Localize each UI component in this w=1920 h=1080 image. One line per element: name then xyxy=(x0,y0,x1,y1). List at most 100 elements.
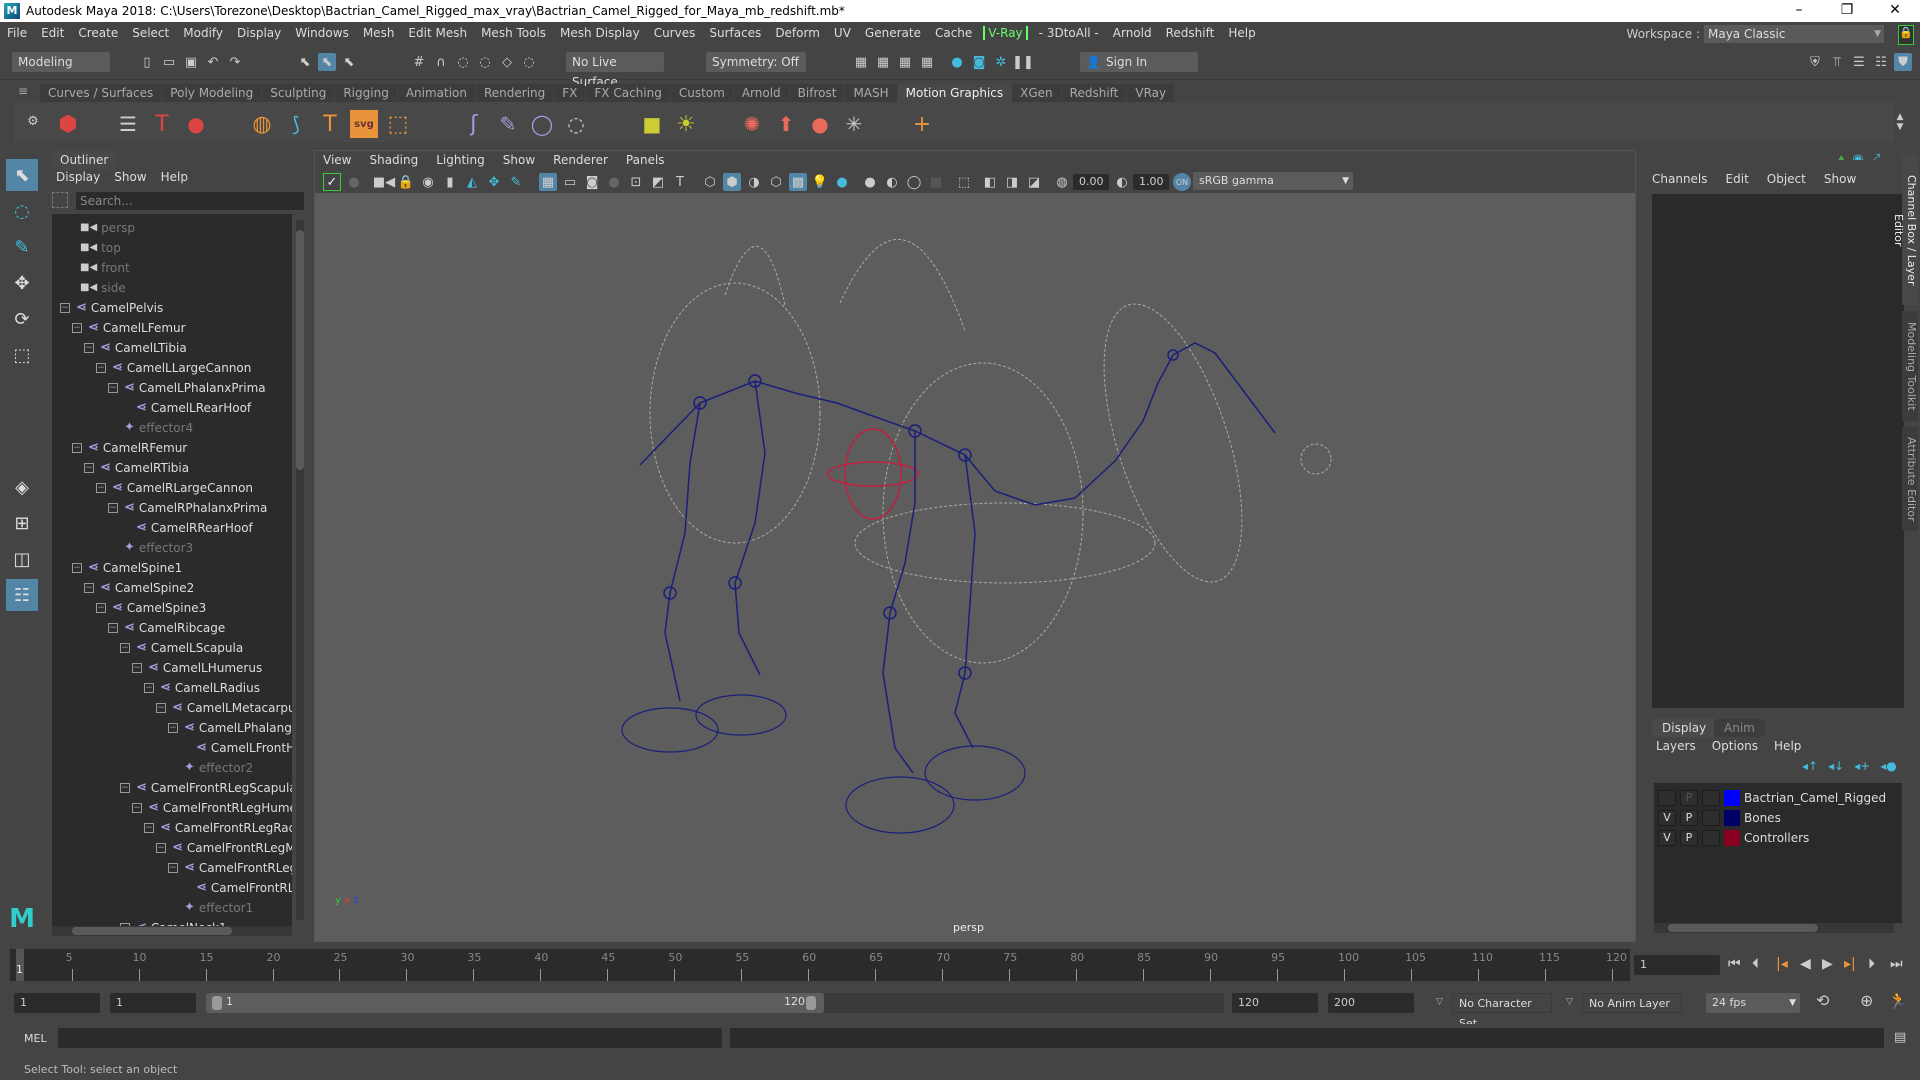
play-forwards-button[interactable]: ▶ xyxy=(1822,956,1833,972)
gamma-field[interactable]: 1.00 xyxy=(1133,174,1169,190)
explode-icon[interactable]: ✳ xyxy=(840,110,868,138)
menu-mesh[interactable]: Mesh xyxy=(356,26,402,40)
viewport-menu-view[interactable]: View xyxy=(323,153,351,167)
menu-cache[interactable]: Cache xyxy=(928,26,979,40)
viewport-menu-panels[interactable]: Panels xyxy=(626,153,665,167)
2d-pan-zoom-icon[interactable]: ✥ xyxy=(485,173,503,191)
menu-modify[interactable]: Modify xyxy=(176,26,230,40)
textured-icon[interactable]: ▩ xyxy=(789,173,807,191)
outliner-item[interactable]: − ⋖ CamelLRadius xyxy=(144,678,260,698)
shelf-settings-icon[interactable]: ⚙ xyxy=(24,112,42,130)
svg-icon[interactable]: svg xyxy=(350,110,378,138)
undo-icon[interactable]: ↶ xyxy=(204,53,222,71)
outliner-layout-icon[interactable]: ☷ xyxy=(6,579,38,611)
shelf-tab-fx-caching[interactable]: FX Caching xyxy=(586,84,670,102)
move-layer-down-icon[interactable]: ◂↓ xyxy=(1828,759,1844,773)
four-view-layout-icon[interactable]: ⊞ xyxy=(6,507,38,539)
two-view-layout-icon[interactable]: ◫ xyxy=(6,543,38,575)
shelf-tab-curves-surfaces[interactable]: Curves / Surfaces xyxy=(40,84,162,102)
layer-color-swatch[interactable] xyxy=(1724,810,1740,826)
image-plane-icon[interactable]: ◭ xyxy=(463,173,481,191)
shelf-tab-sculpting[interactable]: Sculpting xyxy=(262,84,335,102)
xray-active-icon[interactable]: ◨ xyxy=(1003,173,1021,191)
camera-light-icon[interactable]: ■ xyxy=(638,110,666,138)
live-surface-field[interactable]: No Live Surface xyxy=(566,52,664,89)
menu-3dtoall[interactable]: - 3DtoAll - xyxy=(1032,26,1106,40)
snap-point-icon[interactable]: ◌ xyxy=(454,53,472,71)
maximize-button[interactable]: ❐ xyxy=(1824,0,1870,22)
menu-windows[interactable]: Windows xyxy=(288,26,356,40)
filter-icon[interactable] xyxy=(52,192,68,208)
grease-pencil-icon[interactable]: ✎ xyxy=(507,173,525,191)
render-settings-icon[interactable]: ▦ xyxy=(918,53,936,71)
layer-type-toggle[interactable] xyxy=(1702,790,1720,806)
viewport-canvas[interactable]: y x z persp xyxy=(315,193,1635,941)
menu-curves[interactable]: Curves xyxy=(647,26,703,40)
wireframe-on-shaded-icon[interactable]: ⬡ xyxy=(767,173,785,191)
outliner-menu-display[interactable]: Display xyxy=(56,170,100,184)
menu-surfaces[interactable]: Surfaces xyxy=(702,26,768,40)
current-frame-field[interactable]: 1 xyxy=(1634,955,1720,975)
command-language-label[interactable]: MEL xyxy=(24,1032,47,1045)
viewport-menu-renderer[interactable]: Renderer xyxy=(553,153,608,167)
anim-layer-arrow-icon[interactable]: ▽ xyxy=(1566,997,1573,1007)
field-chart-icon[interactable]: ⊡ xyxy=(627,173,645,191)
anim-layer-dropdown[interactable]: No Anim Layer xyxy=(1582,993,1682,1013)
layer-playback-toggle[interactable]: P xyxy=(1680,790,1698,806)
outliner-item[interactable]: − ⋖ CamelLLargeCannon xyxy=(96,358,251,378)
outliner-item[interactable]: − ⋖ CamelLHumerus xyxy=(132,658,262,678)
shelf-tab-arnold[interactable]: Arnold xyxy=(733,84,789,102)
modeling-toolkit-tab[interactable]: Modeling Toolkit xyxy=(1902,311,1918,421)
menu-edit[interactable]: Edit xyxy=(34,26,71,40)
wireframe-icon[interactable]: ⬡ xyxy=(701,173,719,191)
text-icon[interactable]: T xyxy=(316,110,344,138)
light-editor-icon[interactable]: ✲ xyxy=(992,53,1010,71)
gate-mask-icon[interactable]: ● xyxy=(605,173,623,191)
move-tool-icon[interactable]: ✥ xyxy=(6,267,38,299)
open-scene-icon[interactable]: ▭ xyxy=(160,53,178,71)
mash-network-icon[interactable]: ⬢ xyxy=(54,110,82,138)
layer-menu-options[interactable]: Options xyxy=(1712,739,1758,753)
channelbox-menu-channels[interactable]: Channels xyxy=(1652,172,1708,186)
box-icon[interactable]: ⬚ xyxy=(384,110,412,138)
outliner-item[interactable]: ■◀ persp xyxy=(80,218,135,238)
outliner-item[interactable]: ✦ effector4 xyxy=(108,418,193,438)
xray-joints-icon[interactable]: ◪ xyxy=(1025,173,1043,191)
collapse-toggle[interactable]: − xyxy=(72,323,82,333)
outliner-tab[interactable]: Outliner xyxy=(52,150,117,170)
outliner-item[interactable]: ⋖ CamelLRearHoof xyxy=(120,398,251,418)
outliner-item[interactable]: ✦ effector2 xyxy=(168,758,253,778)
step-forward-frame-button[interactable]: ⏵ xyxy=(1868,956,1875,972)
outliner-item[interactable]: − ⋖ CamelSpine3 xyxy=(96,598,206,618)
collapse-toggle[interactable]: − xyxy=(168,723,178,733)
layer-horizontal-scrollbar[interactable] xyxy=(1654,923,1894,933)
vray-toggle-icon[interactable]: ✓ xyxy=(323,173,341,191)
safe-action-icon[interactable]: ◩ xyxy=(649,173,667,191)
collapse-toggle[interactable]: − xyxy=(96,483,106,493)
outliner-item[interactable]: − ⋖ CamelSpine1 xyxy=(72,558,182,578)
xray-icon[interactable]: ◧ xyxy=(981,173,999,191)
shelf-tab-xgen[interactable]: XGen xyxy=(1012,84,1061,102)
go-to-start-button[interactable]: ⏮ xyxy=(1728,956,1741,972)
collapse-toggle[interactable]: − xyxy=(84,583,94,593)
anti-aliasing-icon[interactable]: ◯ xyxy=(905,173,923,191)
outliner-menu-show[interactable]: Show xyxy=(114,170,146,184)
rotate-tool-icon[interactable]: ⟳ xyxy=(6,303,38,335)
outliner-item[interactable]: − ⋖ CamelLTibia xyxy=(84,338,187,358)
outliner-item[interactable]: − ⋖ CamelLFemur xyxy=(72,318,186,338)
camera-lock-icon[interactable]: 🔒 xyxy=(397,173,415,191)
shelf-tab-rigging[interactable]: Rigging xyxy=(335,84,397,102)
character-set-arrow-icon[interactable]: ▽ xyxy=(1436,997,1443,1007)
collapse-toggle[interactable]: − xyxy=(108,383,118,393)
menu-file[interactable]: File xyxy=(0,26,34,40)
outliner-item[interactable]: − ⋖ CamelSpine2 xyxy=(84,578,194,598)
render-region-icon[interactable]: ● xyxy=(345,173,363,191)
workspace-dropdown[interactable]: Maya Classic xyxy=(1704,25,1884,43)
menu-redshift[interactable]: Redshift xyxy=(1159,26,1222,40)
time-slider-bar[interactable]: 1 5 10 15 20 25 30 35 40 45 50 55 60 65 70 75 80 85 90 95 1… xyxy=(10,949,1630,981)
shelf-tab-vray[interactable]: VRay xyxy=(1127,84,1175,102)
layer-type-toggle[interactable] xyxy=(1702,810,1720,826)
select-component-icon[interactable]: ⬉ xyxy=(340,53,358,71)
symmetry-dropdown[interactable]: Symmetry: Off xyxy=(706,52,806,72)
exposure-field[interactable]: 0.00 xyxy=(1073,174,1109,190)
